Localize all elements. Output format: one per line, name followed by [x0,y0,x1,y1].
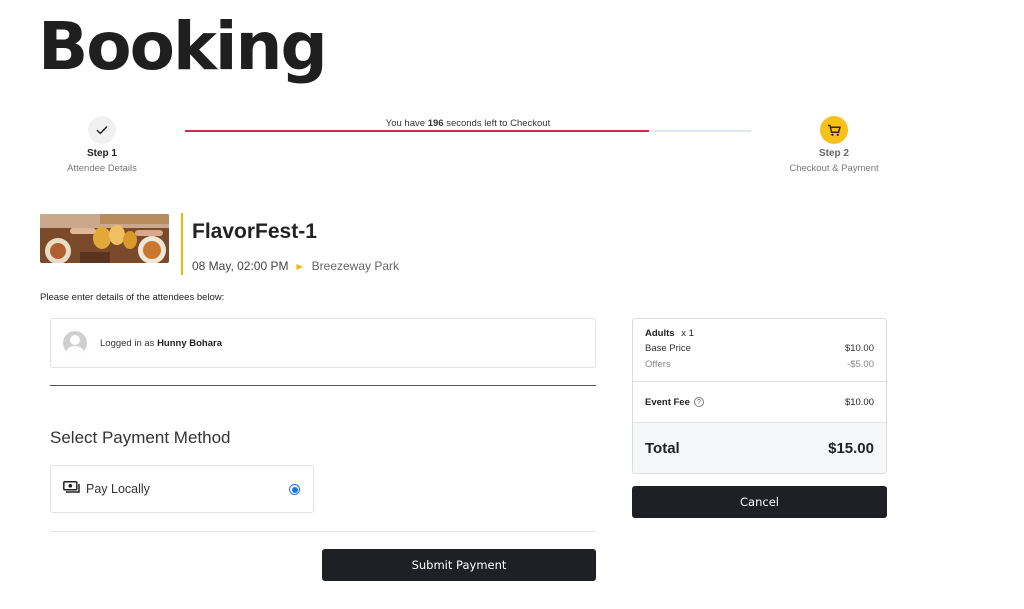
cart-icon [820,116,848,144]
event-divider [181,213,183,275]
step-2-subtitle: Checkout & Payment [789,163,879,174]
footer-divider [50,531,596,532]
event-fee-row: Event Fee ? $10.00 [633,382,886,423]
event-meta: 08 May, 02:00 PM ▶ Breezeway Park [192,259,399,273]
submit-payment-button[interactable]: Submit Payment [322,549,596,581]
base-price-label: Base Price [645,343,691,354]
event-fee-value: $10.00 [844,396,874,408]
offers-row: Offers -$5.00 [645,359,874,370]
ticket-type-row: Adults x 1 [645,328,874,339]
caret-right-icon: ▶ [296,261,303,271]
logged-in-card: Logged in as Hunny Bohara [50,318,596,368]
timer-progress-track [185,130,751,132]
step-1-title: Step 1 [86,148,117,159]
timer-seconds: 196 [427,118,444,129]
check-icon [88,116,116,144]
event-venue: Breezeway Park [311,259,400,273]
section-divider [50,385,596,386]
total-label: Total [645,440,680,457]
payment-option-label: Pay Locally [86,482,150,496]
offers-value: -$5.00 [847,359,874,370]
help-icon[interactable]: ? [693,397,704,407]
page-title: Booking [38,8,328,85]
ticket-quantity: x 1 [681,328,694,339]
payment-radio[interactable] [289,484,300,495]
logged-in-text: Logged in as Hunny Bohara [100,338,222,349]
base-price-row: Base Price $10.00 [645,343,874,354]
total-value: $15.00 [828,440,874,457]
offers-label: Offers [645,359,671,370]
ticket-breakdown: Adults x 1 Base Price $10.00 Offers -$5.… [633,319,886,382]
base-price-value: $10.00 [844,343,874,354]
ticket-type: Adults [645,328,675,339]
attendee-instructions: Please enter details of the attendees be… [40,292,225,303]
timer-prefix: You have [385,118,426,129]
logged-in-prefix: Logged in as [100,337,155,349]
cancel-button[interactable]: Cancel [632,486,887,518]
step-2-title: Step 2 [818,148,849,159]
step-1-subtitle: Attendee Details [67,163,137,174]
payment-option-pay-locally[interactable]: Pay Locally [50,465,314,513]
event-name: FlavorFest-1 [192,220,317,243]
timer-suffix: seconds left to Checkout [446,118,551,129]
checkout-timer: You have 196 seconds left to Checkout [185,118,751,129]
logged-in-user: Hunny Bohara [157,337,222,349]
payment-method-heading: Select Payment Method [50,428,231,447]
cash-icon [63,480,80,498]
step-1: Step 1 Attendee Details [42,116,162,174]
event-image [40,214,169,263]
event-fee-label: Event Fee [645,396,690,408]
timer-progress-fill [185,130,650,132]
avatar [63,331,87,355]
step-2: Step 2 Checkout & Payment [774,116,894,174]
order-summary: Adults x 1 Base Price $10.00 Offers -$5.… [632,318,887,474]
event-datetime: 08 May, 02:00 PM [192,259,289,273]
total-row: Total $15.00 [633,423,886,473]
